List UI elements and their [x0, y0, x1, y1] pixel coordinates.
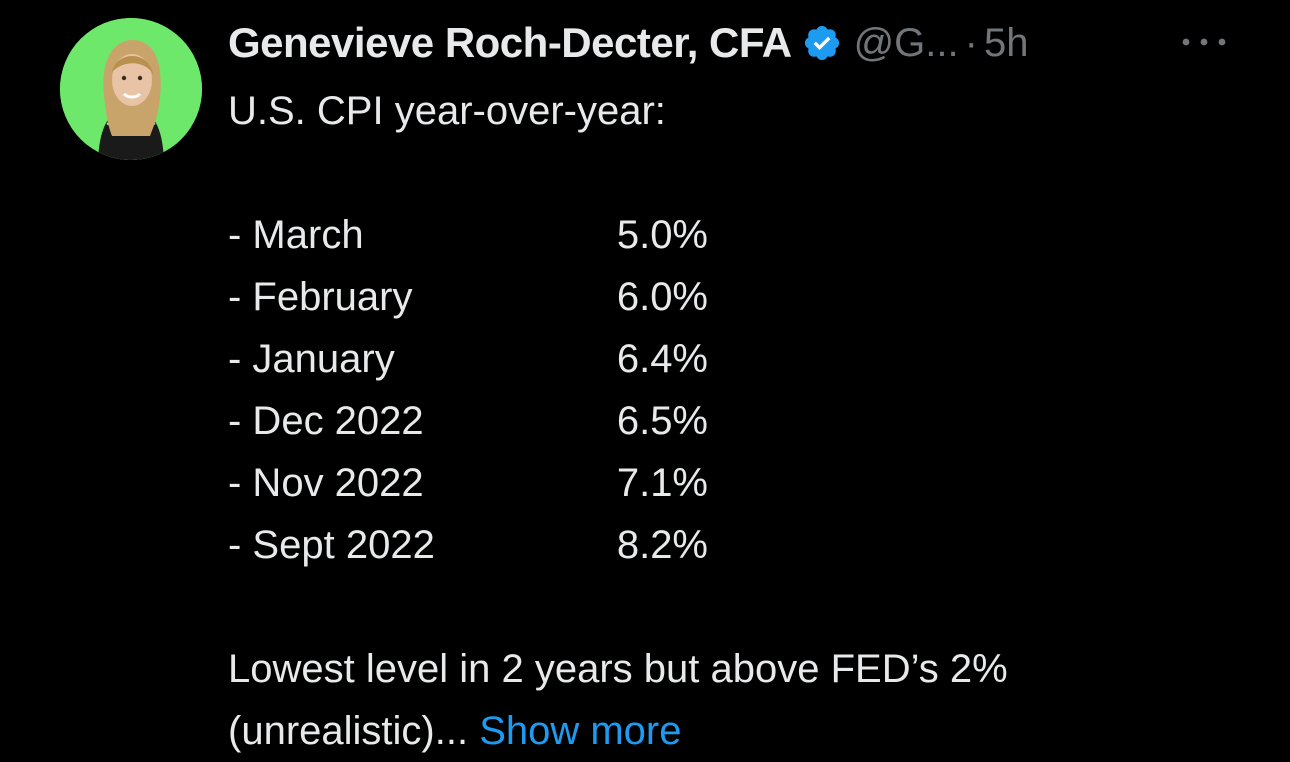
- cpi-month-label: - January: [228, 337, 395, 381]
- cpi-month-label: - March: [228, 213, 364, 257]
- tweet-text: U.S. CPI year-over-year: - March 5.0% - Fe…: [228, 80, 1258, 762]
- tweet-header: Genevieve Roch-Decter, CFA @G... · 5h: [228, 18, 1028, 68]
- cpi-row: - January 6.4%: [228, 328, 1258, 390]
- tweet-footer-line-1: Lowest level in 2 years but above FED’s …: [228, 647, 1008, 691]
- user-handle[interactable]: @G...: [854, 18, 959, 68]
- cpi-value: 7.1%: [616, 461, 708, 505]
- cpi-month-label: - Nov 2022: [228, 461, 424, 505]
- avatar[interactable]: [60, 18, 202, 160]
- timestamp[interactable]: 5h: [984, 18, 1029, 68]
- cpi-month-label: - Sept 2022: [228, 523, 435, 567]
- cpi-list: - March 5.0% - February 6.0% - January 6.4% - …: [228, 204, 1258, 576]
- cpi-row: - March 5.0%: [228, 204, 1258, 266]
- avatar-image: [60, 18, 202, 160]
- tweet-footer-text: (unrealistic)...: [228, 709, 469, 753]
- cpi-value: 6.0%: [616, 275, 708, 319]
- more-horizontal-icon[interactable]: [1180, 36, 1228, 48]
- cpi-value: 6.4%: [616, 337, 708, 381]
- cpi-value: 6.5%: [616, 399, 708, 443]
- cpi-value: 8.2%: [616, 523, 708, 567]
- tweet-intro: U.S. CPI year-over-year:: [228, 89, 666, 133]
- cpi-row: - Sept 2022 8.2%: [228, 514, 1258, 576]
- verified-badge-icon: [804, 25, 839, 61]
- cpi-month-label: - February: [228, 275, 413, 319]
- display-name[interactable]: Genevieve Roch-Decter, CFA: [228, 18, 792, 68]
- cpi-row: - Nov 2022 7.1%: [228, 452, 1258, 514]
- show-more-link[interactable]: Show more: [479, 709, 681, 753]
- cpi-value: 5.0%: [616, 213, 708, 257]
- cpi-row: - February 6.0%: [228, 266, 1258, 328]
- separator-dot: ·: [964, 21, 978, 65]
- cpi-month-label: - Dec 2022: [228, 399, 424, 443]
- cpi-row: - Dec 2022 6.5%: [228, 390, 1258, 452]
